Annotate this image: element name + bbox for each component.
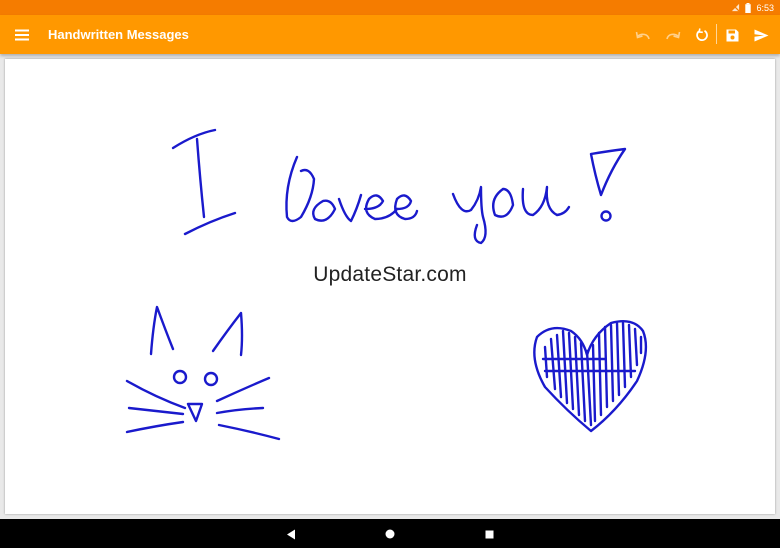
app-title: Handwritten Messages xyxy=(48,27,189,42)
recents-icon[interactable] xyxy=(478,523,500,545)
undo-icon[interactable] xyxy=(631,23,655,47)
handwritten-exclamation xyxy=(589,147,627,222)
status-bar: 6:53 xyxy=(0,0,780,15)
toolbar-divider xyxy=(716,24,717,44)
no-sim-icon xyxy=(731,3,741,12)
home-icon[interactable] xyxy=(379,523,401,545)
handwritten-letter-i xyxy=(171,128,237,236)
drawing-canvas[interactable]: UpdateStar.com xyxy=(5,59,775,514)
reset-icon[interactable] xyxy=(690,23,714,47)
send-icon[interactable] xyxy=(749,23,773,47)
menu-icon[interactable] xyxy=(10,23,34,47)
cat-face-drawing xyxy=(125,305,281,441)
handwritten-word-you xyxy=(451,185,571,245)
battery-icon xyxy=(745,2,752,13)
app-bar: Handwritten Messages xyxy=(0,15,780,54)
handwritten-word-love xyxy=(285,155,419,223)
status-time: 6:53 xyxy=(756,2,774,13)
save-icon[interactable] xyxy=(720,23,744,47)
redo-icon[interactable] xyxy=(661,23,685,47)
back-icon[interactable] xyxy=(280,523,302,545)
nav-bar xyxy=(0,519,780,548)
heart-drawing xyxy=(533,320,648,433)
watermark-text: UpdateStar.com xyxy=(313,263,467,286)
